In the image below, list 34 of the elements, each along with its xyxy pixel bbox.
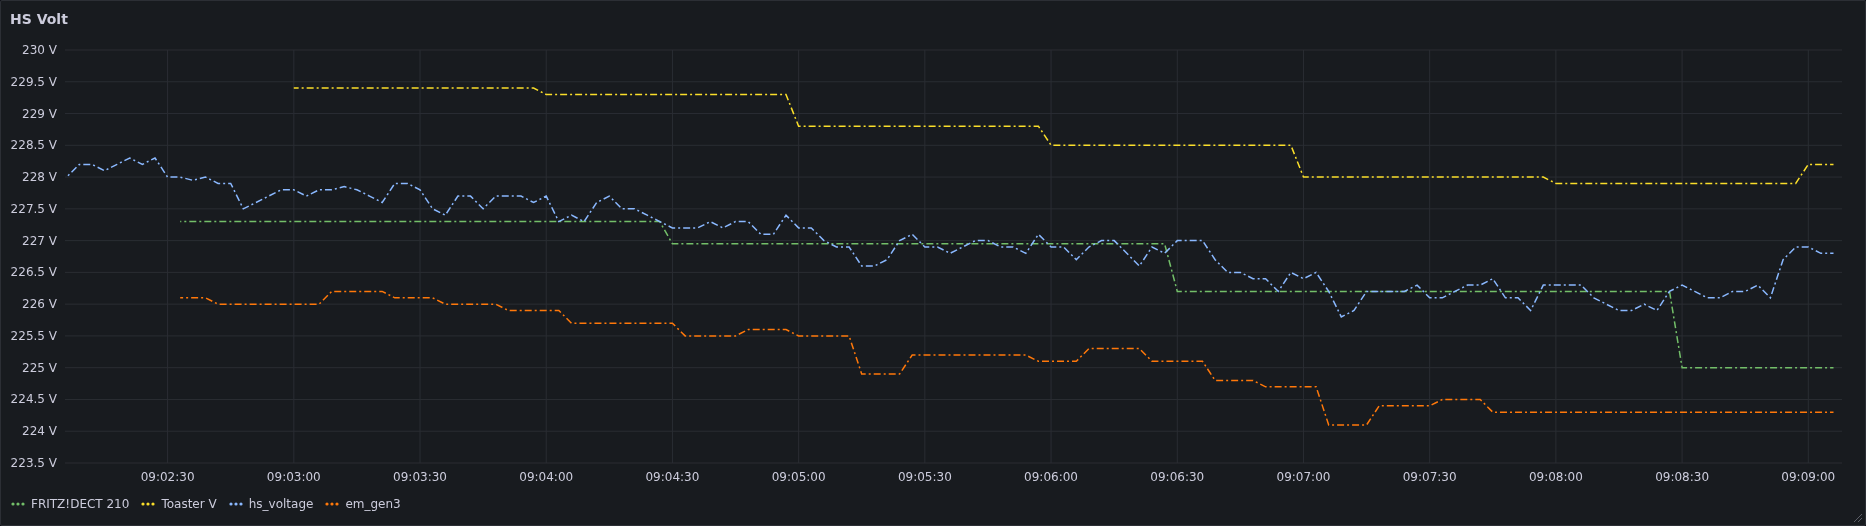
x-axis-label: 09:04:00 [519,470,574,484]
x-axis-label: 09:03:00 [266,470,321,484]
y-axis-label: 223.5 V [10,456,57,470]
x-axis-label: 09:03:30 [393,470,447,484]
y-axis-label: 224.5 V [10,392,57,407]
legend-label[interactable]: em_gen3 [345,497,401,511]
x-axis-label: 09:05:00 [771,470,826,484]
panel-title: HS Volt [10,11,68,27]
x-axis-label: 09:08:30 [1655,470,1710,484]
legend-label[interactable]: FRITZ!DECT 210 [31,497,130,511]
legend-label[interactable]: Toaster V [161,497,217,511]
y-axis-label: 227 V [22,233,57,248]
legend-label[interactable]: hs_voltage [248,497,314,511]
resize-handle-icon[interactable] [1853,513,1863,523]
x-axis-label: 09:06:30 [1150,470,1205,484]
y-axis-label: 224 V [22,424,57,439]
y-axis-label: 228.5 V [10,138,57,153]
y-axis-label: 225.5 V [10,328,57,343]
y-axis-label: 228 V [22,170,57,185]
y-axis-label: 229.5 V [10,74,57,89]
x-axis-label: 09:07:30 [1402,470,1457,484]
x-axis-label: 09:07:00 [1276,470,1331,484]
x-axis-label: 09:08:00 [1528,470,1583,484]
x-axis-label: 09:04:30 [645,470,700,484]
y-axis-label: 226 V [22,297,57,312]
x-axis-label: 09:09:00 [1781,470,1836,484]
y-axis-label: 225 V [22,360,57,375]
y-axis-label: 227.5 V [10,201,57,216]
x-axis-label: 09:05:30 [897,470,952,484]
y-axis-label: 226.5 V [10,265,57,280]
y-axis-label: 230 V [22,43,57,57]
x-axis-label: 09:06:00 [1024,470,1078,484]
y-axis-label: 229 V [22,106,57,121]
x-axis-label: 09:02:30 [140,470,195,484]
